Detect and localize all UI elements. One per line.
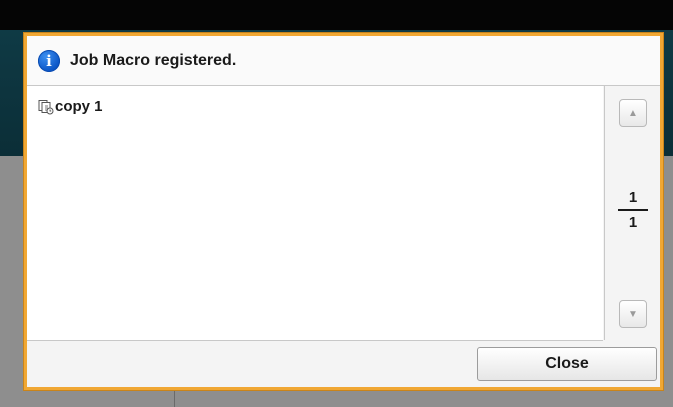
screen-top-bar (0, 0, 673, 30)
dialog-header: i Job Macro registered. (27, 36, 660, 86)
page-indicator: 1 1 (617, 189, 649, 231)
scroll-up-button[interactable]: ▲ (619, 99, 647, 127)
down-arrow-icon: ▼ (628, 308, 638, 320)
job-macro-dialog: i Job Macro registered. copy 1 ▲ 1 1 ▼ C… (24, 33, 663, 390)
close-button[interactable]: Close (477, 347, 657, 381)
list-item[interactable]: copy 1 (27, 86, 603, 115)
dialog-title: Job Macro registered. (70, 51, 237, 69)
list-item-label: copy 1 (55, 98, 103, 115)
pager: ▲ 1 1 ▼ (604, 86, 660, 340)
scroll-down-button[interactable]: ▼ (619, 300, 647, 328)
dialog-footer: Close (27, 341, 660, 387)
copy-macro-icon (38, 99, 54, 115)
page-current: 1 (628, 189, 638, 206)
up-arrow-icon: ▲ (628, 107, 638, 119)
background-divider (174, 390, 175, 407)
page-total: 1 (628, 214, 638, 231)
macro-list: copy 1 (27, 86, 603, 341)
info-icon: i (38, 49, 60, 72)
